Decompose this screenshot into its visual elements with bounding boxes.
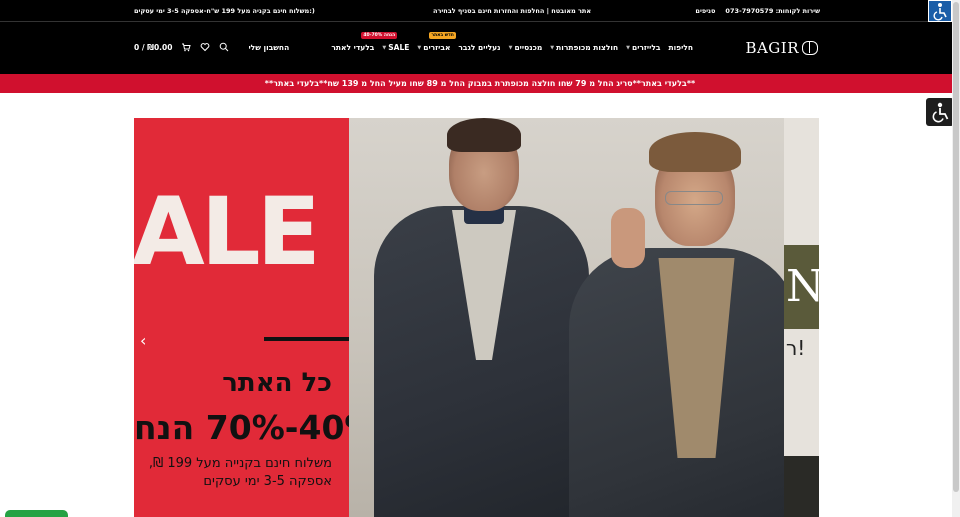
- accessibility-toolbar-icon[interactable]: [926, 98, 954, 126]
- new-badge: חדש באתר: [429, 32, 456, 39]
- chat-widget-button[interactable]: [5, 510, 68, 517]
- menu-label: נעליים לגבר: [458, 43, 501, 52]
- menu-item-sale[interactable]: ▼ SALE: [382, 43, 409, 52]
- next-slide-letter: N: [786, 261, 819, 312]
- hero-shipping-line: משלוח חינם בקנייה מעל 199 ₪,: [148, 456, 332, 471]
- model-2-glasses: [665, 191, 723, 205]
- chevron-down-icon: ▼: [382, 44, 387, 51]
- main-nav: BAGIR חליפות ▼ בלייזרים ▼ חולצות מכופתרות …: [0, 22, 960, 74]
- shipping-notice: משלוח חינם בקניה מעל 199 ש"ח-אספקה 3-5 י…: [134, 7, 315, 15]
- secure-site-notice: אתר מאובטח | החלפות והחזרות חינם בסניף ל…: [433, 7, 592, 15]
- sale-panel: ALE כל האתר 40%-70% הנח משלוח חינם בקניי…: [134, 118, 349, 517]
- hero-slider[interactable]: ALE כל האתר 40%-70% הנח משלוח חינם בקניי…: [134, 118, 819, 517]
- models-photo: [349, 118, 784, 517]
- chevron-down-icon: ▼: [508, 44, 513, 51]
- category-menu: חליפות ▼ בלייזרים ▼ חולצות מכופתרות ▼ מכנסי…: [331, 32, 693, 52]
- bagir-logo[interactable]: BAGIR: [745, 39, 818, 57]
- customer-service-phone[interactable]: שירות לקוחות: 073-7970579: [725, 7, 820, 15]
- dark-block: [784, 456, 819, 517]
- menu-item-exclusive[interactable]: 40-70% הנחה בלעדי לאתר: [331, 32, 398, 52]
- logo-text: BAGIR: [745, 39, 799, 57]
- hero-line-2: 40%-70% הנח: [134, 408, 349, 447]
- menu-label: מכנסיים: [514, 43, 543, 52]
- menu-label: בלעדי לאתר: [331, 43, 375, 52]
- hero-delivery-line: אספקה 3-5 ימי עסקים: [203, 473, 332, 489]
- next-slide-text: ר!: [786, 336, 806, 360]
- discount-badge: 40-70% הנחה: [361, 32, 398, 39]
- menu-item-accessories[interactable]: חדש באתר ▼ אביזרים: [417, 32, 456, 52]
- next-slide-peek: N ר!: [784, 118, 819, 517]
- menu-label: אביזרים: [423, 43, 451, 52]
- stores-link[interactable]: סניפים: [695, 7, 715, 15]
- menu-item-suits[interactable]: חליפות: [668, 43, 693, 52]
- promo-text: **בלעדי באתר**סריג החל מ 79 שחו חולצה מכ…: [264, 79, 696, 88]
- menu-item-shoes[interactable]: נעליים לגבר: [458, 43, 500, 52]
- hero-line-1: כל האתר: [222, 368, 332, 398]
- cart-total[interactable]: 0 / ₪0.00: [134, 43, 172, 52]
- menu-item-shirts[interactable]: ▼ חולצות מכופתרות: [550, 43, 618, 52]
- logo-mark-icon: [802, 41, 818, 55]
- page-scrollbar[interactable]: [952, 0, 960, 517]
- model-2-hair: [649, 132, 741, 172]
- hero-line-3: משלוח חינם בקנייה מעל 199 ₪, אספקה 3-5 י…: [149, 455, 332, 490]
- heart-icon[interactable]: [200, 42, 210, 52]
- menu-item-blazers[interactable]: ▼ בלייזרים: [626, 43, 660, 52]
- top-bar: משלוח חינם בקניה מעל 199 ש"ח-אספקה 3-5 י…: [0, 0, 960, 21]
- my-account-link[interactable]: החשבון שלי: [248, 43, 289, 52]
- accessibility-icon[interactable]: [928, 0, 952, 22]
- sale-word: ALE: [134, 178, 321, 287]
- scrollbar-thumb[interactable]: [953, 2, 959, 492]
- cart-icon[interactable]: [181, 42, 192, 52]
- model-1-hair: [447, 118, 521, 152]
- chevron-down-icon: ▼: [417, 44, 422, 51]
- search-icon[interactable]: [219, 42, 229, 52]
- menu-label: חליפות: [668, 43, 693, 52]
- chevron-down-icon: ▼: [626, 44, 630, 51]
- menu-item-pants[interactable]: ▼ מכנסיים: [509, 43, 543, 52]
- promo-banner[interactable]: **בלעדי באתר**סריג החל מ 79 שחו חולצה מכ…: [0, 74, 960, 93]
- divider-bar: [264, 337, 349, 341]
- header-tools: 0 / ₪0.00 החשבון שלי: [134, 42, 289, 52]
- slider-prev-arrow-icon[interactable]: ‹: [140, 332, 152, 350]
- model-2-hand: [611, 208, 645, 268]
- menu-label: חולצות מכופתרות: [556, 43, 619, 52]
- chevron-down-icon: ▼: [550, 44, 555, 51]
- menu-label: SALE: [388, 43, 410, 52]
- menu-label: בלייזרים: [631, 43, 661, 52]
